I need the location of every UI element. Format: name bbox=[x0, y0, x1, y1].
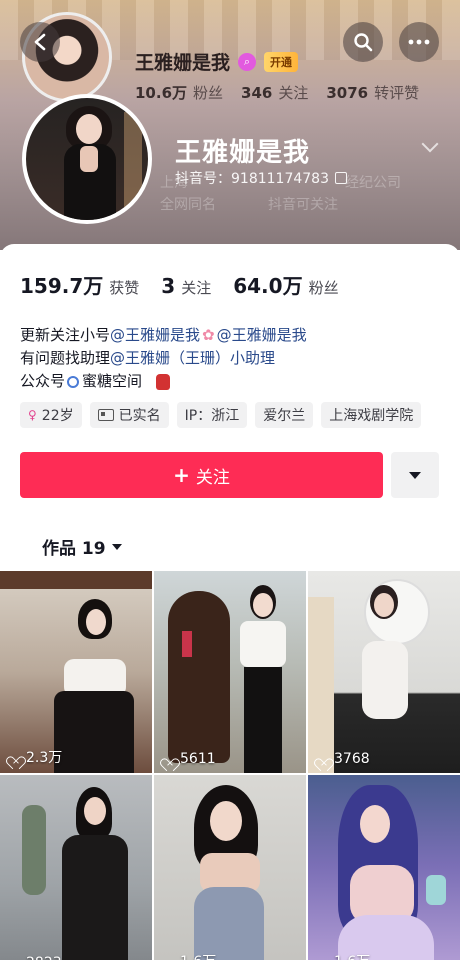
more-dots-icon bbox=[408, 39, 430, 45]
search-icon bbox=[354, 33, 373, 52]
bio: 更新关注小号 @王雅姗是我 ✿ @王雅姗是我 有问题找助理 @王雅姗（王珊）小助… bbox=[20, 324, 307, 393]
triangle-down-icon bbox=[409, 471, 421, 479]
video-likes-count: 1.6万 bbox=[180, 951, 216, 960]
heart-icon bbox=[8, 957, 22, 960]
heart-icon bbox=[316, 955, 330, 960]
magnifier-icon bbox=[67, 375, 80, 388]
stat-fans-count: 64.0万 bbox=[233, 274, 303, 298]
tag-place[interactable]: 爱尔兰 bbox=[255, 402, 314, 428]
vip-badge[interactable]: 开通 bbox=[264, 51, 299, 72]
stat-fans[interactable]: 64.0万 粉丝 bbox=[233, 270, 338, 299]
video-thumbnail[interactable]: 2.3万 bbox=[0, 571, 152, 773]
video-thumbnail[interactable]: 1.6万 bbox=[154, 775, 306, 960]
triangle-down-icon bbox=[111, 543, 122, 550]
recommend-dropdown-button[interactable] bbox=[391, 452, 439, 498]
mini-username: 王雅姗是我 bbox=[135, 52, 231, 74]
female-icon: ♀ bbox=[28, 408, 37, 422]
bio-line: 更新关注小号 @王雅姗是我 ✿ @王雅姗是我 bbox=[20, 324, 307, 347]
boxing-glove-icon bbox=[156, 373, 171, 390]
video-likes: 1.6万 bbox=[162, 951, 216, 960]
heart-icon bbox=[316, 753, 330, 766]
video-thumbnail[interactable]: 2823 bbox=[0, 775, 152, 960]
tag-verified: 已实名 bbox=[89, 402, 169, 428]
video-likes-count: 2823 bbox=[26, 955, 62, 960]
profile-tags: ♀ 22岁 已实名 IP：浙江 爱尔兰 上海戏剧学院 bbox=[20, 402, 422, 428]
stats-row: 159.7万 获赞 3 关注 64.0万 粉丝 bbox=[20, 270, 339, 299]
video-likes-count: 1.6万 bbox=[334, 951, 370, 960]
mini-fans-stat: 10.6万 粉丝 bbox=[135, 82, 223, 103]
video-likes: 1.6万 bbox=[316, 951, 370, 960]
video-likes: 2.3万 bbox=[8, 747, 62, 767]
heart-icon bbox=[162, 753, 176, 766]
follow-button-label: 关注 bbox=[195, 467, 230, 488]
tab-works[interactable]: 作品 19 bbox=[42, 534, 122, 559]
mini-fans-label: 粉丝 bbox=[193, 84, 224, 102]
video-likes-count: 2.3万 bbox=[26, 750, 63, 766]
copy-icon[interactable] bbox=[334, 172, 347, 184]
video-thumbnail[interactable]: 3768 bbox=[308, 571, 460, 773]
profile-name: 王雅姗是我 bbox=[175, 138, 311, 168]
bio-line: 有问题找助理 @王雅姗（王珊）小助理 bbox=[20, 347, 307, 370]
mention-link[interactable]: @王雅姗是我 bbox=[217, 324, 307, 347]
video-thumbnail[interactable]: 5611 bbox=[154, 571, 306, 773]
tag-ip: IP：浙江 bbox=[176, 402, 248, 428]
mini-reposts-count: 3076 bbox=[326, 84, 369, 102]
flower-icon: ✿ bbox=[202, 326, 215, 344]
heart-icon bbox=[162, 955, 176, 960]
mini-header-title: 王雅姗是我 ⌕ 开通 bbox=[135, 48, 299, 75]
mention-link[interactable]: @王雅姗是我 bbox=[110, 324, 200, 347]
stat-following[interactable]: 3 关注 bbox=[161, 274, 211, 298]
bio-line: 公众号 蜜糖空间 bbox=[20, 370, 307, 393]
video-likes-count: 5611 bbox=[180, 751, 216, 767]
heart-icon bbox=[8, 751, 22, 764]
mini-following-count: 346 bbox=[241, 84, 273, 102]
douyin-id[interactable]: 抖音号：91811174783 bbox=[175, 168, 347, 188]
plus-icon: + bbox=[173, 463, 190, 487]
search-badge-icon: ⌕ bbox=[238, 52, 257, 71]
mini-following-stat: 346 关注 bbox=[241, 82, 308, 103]
mini-reposts-label: 转评赞 bbox=[374, 84, 420, 102]
tag-verified-text: 已实名 bbox=[118, 408, 161, 424]
video-thumbnail[interactable]: 1.6万 bbox=[308, 775, 460, 960]
bio-text: 有问题找助理 bbox=[20, 349, 111, 367]
chevron-down-icon[interactable] bbox=[421, 135, 439, 153]
video-likes: 5611 bbox=[162, 751, 216, 767]
follow-button[interactable]: + 关注 bbox=[20, 452, 383, 498]
video-likes: 3768 bbox=[316, 751, 370, 767]
stat-likes-label: 获赞 bbox=[109, 279, 140, 297]
video-likes-count: 3768 bbox=[334, 751, 370, 767]
search-button[interactable] bbox=[343, 22, 383, 62]
video-grid: 2.3万 5611 3768 bbox=[0, 571, 460, 960]
stat-fans-label: 粉丝 bbox=[308, 279, 339, 297]
banner-ghost-text: 全网同名 bbox=[160, 197, 216, 213]
stat-following-count: 3 bbox=[161, 274, 176, 298]
bio-text: 更新关注小号 bbox=[20, 326, 111, 344]
video-likes: 2823 bbox=[8, 955, 62, 960]
profile-card: 159.7万 获赞 3 关注 64.0万 粉丝 更新关注小号 @王雅姗是我 ✿ … bbox=[0, 244, 460, 960]
id-card-icon bbox=[97, 409, 114, 421]
douyin-id-text: 抖音号：91811174783 bbox=[175, 171, 329, 187]
tab-works-label: 作品 19 bbox=[42, 539, 106, 559]
tag-age-text: 22岁 bbox=[41, 408, 74, 424]
back-arrow-icon bbox=[34, 33, 46, 51]
stat-likes-count: 159.7万 bbox=[20, 274, 104, 298]
bio-text: 蜜糖空间 bbox=[82, 372, 143, 390]
banner-ghost-text: 抖音可关注 bbox=[268, 197, 338, 213]
mini-fans-count: 10.6万 bbox=[135, 84, 188, 102]
profile-banner: 上海 经纪公司 全网同名 抖音可关注 王雅姗是我 ⌕ 开通 10.6万 粉丝 34… bbox=[0, 0, 460, 250]
more-button[interactable] bbox=[399, 22, 439, 62]
mini-reposts-stat: 3076 转评赞 bbox=[326, 82, 419, 103]
stat-likes[interactable]: 159.7万 获赞 bbox=[20, 270, 139, 299]
mini-stats: 10.6万 粉丝 346 关注 3076 转评赞 bbox=[135, 82, 419, 103]
tag-school[interactable]: 上海戏剧学院 bbox=[321, 402, 422, 428]
bio-text: 公众号 bbox=[20, 372, 66, 390]
profile-avatar[interactable] bbox=[22, 94, 152, 224]
stat-following-label: 关注 bbox=[181, 279, 212, 297]
mention-link[interactable]: @王雅姗（王珊）小助理 bbox=[110, 347, 275, 370]
tag-age: ♀ 22岁 bbox=[20, 402, 82, 428]
back-button[interactable] bbox=[20, 22, 60, 62]
banner-ghost-text: 经纪公司 bbox=[345, 175, 401, 191]
mini-following-label: 关注 bbox=[278, 84, 309, 102]
